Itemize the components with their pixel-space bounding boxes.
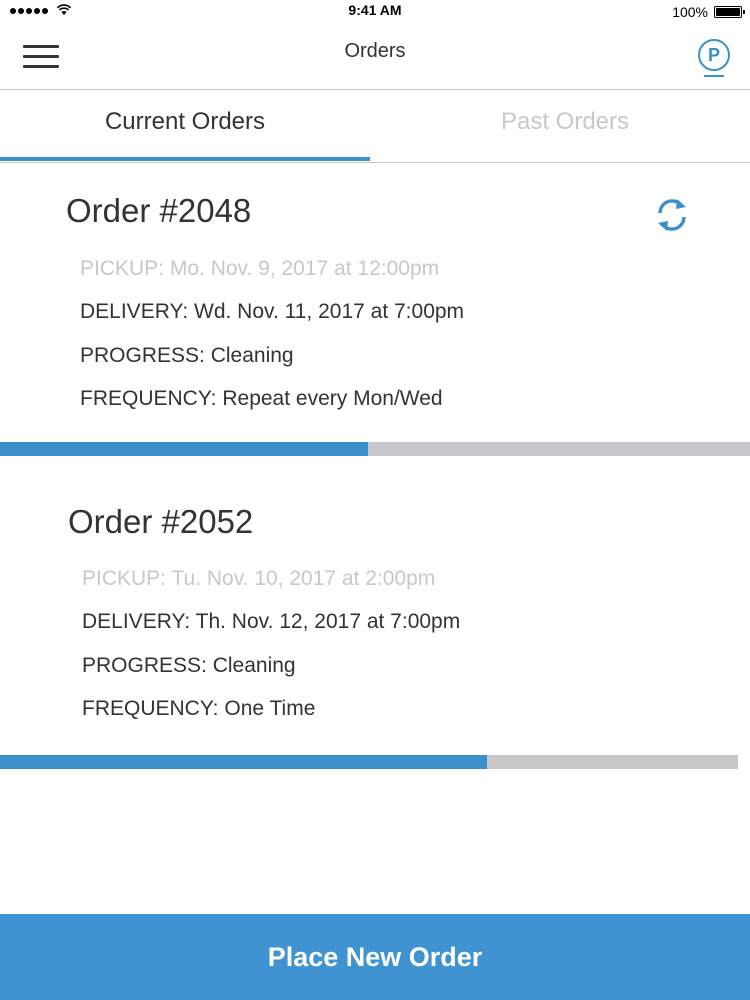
battery-percentage: 100% — [672, 4, 708, 20]
status-bar: 9:41 AM 100% — [0, 0, 750, 22]
pickup-info: PICKUP: Mo. Nov. 9, 2017 at 12:00pm — [80, 257, 440, 280]
delivery-info: DELIVERY: Wd. Nov. 11, 2017 at 7:00pm — [80, 300, 465, 323]
repeat-order-icon[interactable] — [655, 197, 689, 233]
status-time: 9:41 AM — [348, 2, 402, 18]
navigation-bar: Orders P — [0, 22, 750, 90]
order-progress-bar — [0, 442, 750, 456]
active-tab-indicator — [0, 157, 370, 161]
order-progress-bar — [0, 755, 738, 769]
tab-current-orders[interactable]: Current Orders — [0, 91, 370, 163]
profile-underline — [704, 75, 724, 77]
pickup-info: PICKUP: Tu. Nov. 10, 2017 at 2:00pm — [82, 567, 436, 590]
delivery-info: DELIVERY: Th. Nov. 12, 2017 at 7:00pm — [82, 610, 461, 633]
page-title: Orders — [344, 40, 406, 62]
profile-p-icon: P — [698, 39, 730, 71]
order-tabs: Current Orders Past Orders — [0, 91, 750, 163]
order-title: Order #2052 — [68, 503, 254, 540]
progress-status: PROGRESS: Cleaning — [82, 654, 296, 677]
profile-button[interactable]: P — [697, 38, 731, 78]
order-progress-fill — [0, 442, 368, 456]
order-progress-fill — [0, 755, 488, 769]
order-title: Order #2048 — [66, 192, 252, 229]
frequency-info: FREQUENCY: One Time — [82, 697, 316, 720]
frequency-info: FREQUENCY: Repeat every Mon/Wed — [80, 387, 443, 410]
place-new-order-button[interactable]: Place New Order — [0, 914, 750, 1000]
tab-past-orders[interactable]: Past Orders — [380, 91, 750, 163]
progress-status: PROGRESS: Cleaning — [80, 344, 294, 367]
battery-icon — [714, 6, 745, 18]
